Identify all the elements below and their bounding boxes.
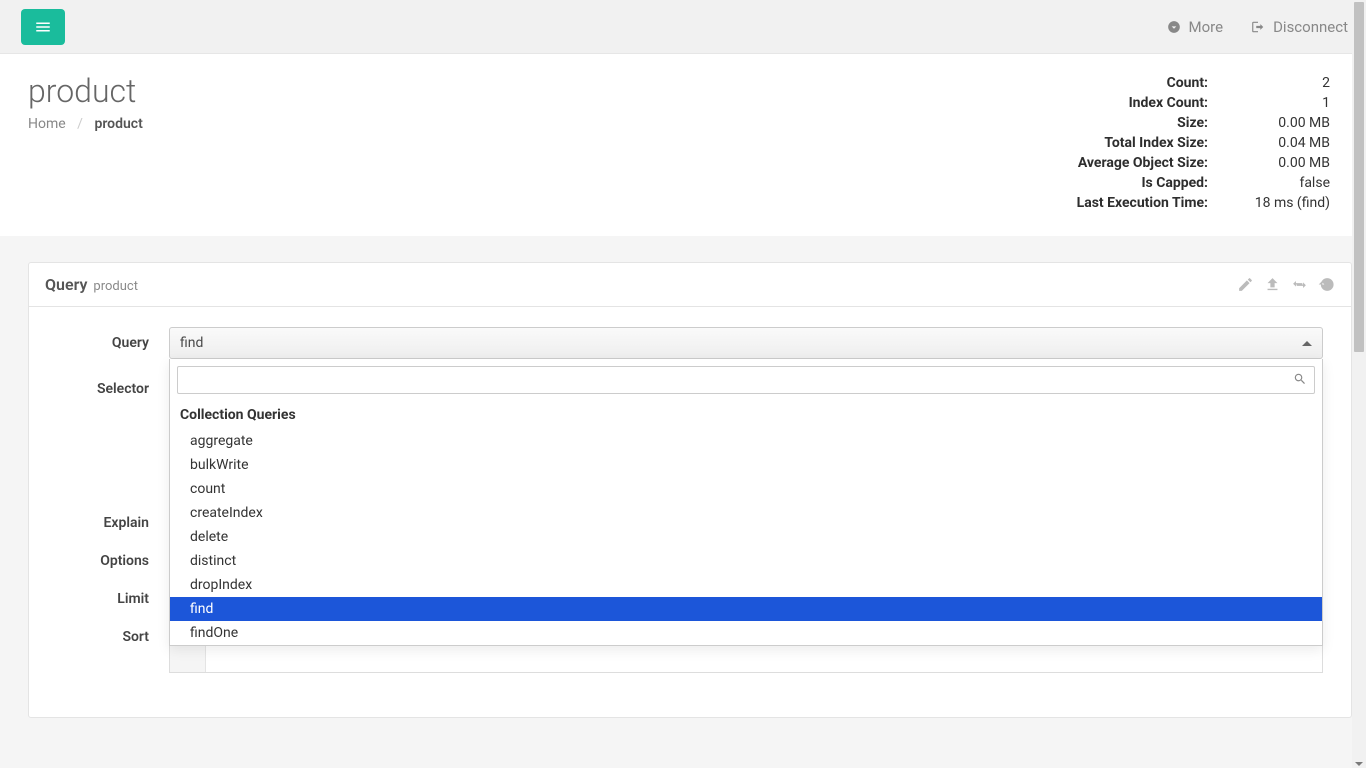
breadcrumb-separator: / (77, 116, 83, 132)
sign-out-icon (1251, 20, 1265, 34)
breadcrumb-current: product (94, 116, 142, 132)
scroll-down-arrow-icon[interactable] (1355, 762, 1363, 766)
stat-value: 18 ms (find) (1216, 194, 1336, 212)
selector-label: Selector (29, 373, 169, 397)
stat-label: Is Capped: (1071, 174, 1214, 192)
chevron-down-circle-icon (1167, 20, 1181, 34)
query-label: Query (29, 327, 169, 359)
page-header: product Home / product Count:2 Index Cou… (0, 54, 1366, 236)
query-row: Query find Coll (29, 327, 1335, 359)
more-label: More (1189, 18, 1224, 36)
stat-label: Count: (1071, 74, 1214, 92)
explain-label: Explain (29, 507, 169, 531)
upload-icon[interactable] (1264, 276, 1281, 293)
stat-label: Size: (1071, 114, 1214, 132)
dropdown-item-dropIndex[interactable]: dropIndex (170, 573, 1322, 597)
scrollbar-thumb[interactable] (1354, 2, 1364, 352)
dropdown-item-distinct[interactable]: distinct (170, 549, 1322, 573)
sort-label: Sort (29, 621, 169, 673)
dropdown-item-find[interactable]: find (170, 597, 1322, 621)
query-type-dropdown: Collection Queries aggregatebulkWritecou… (169, 359, 1323, 646)
swap-icon[interactable] (1291, 276, 1308, 293)
panel-header: Query product (29, 263, 1351, 307)
menu-toggle-button[interactable] (21, 9, 65, 45)
dropdown-list[interactable]: Collection Queries aggregatebulkWritecou… (170, 401, 1322, 645)
more-menu-button[interactable]: More (1167, 18, 1224, 36)
stat-value: false (1216, 174, 1336, 192)
dropdown-item-count[interactable]: count (170, 477, 1322, 501)
breadcrumb: Home / product (28, 116, 1069, 132)
query-type-select[interactable]: find (169, 327, 1323, 359)
panel-subtitle-text: product (93, 279, 138, 294)
page-title: product (28, 72, 1069, 110)
disconnect-button[interactable]: Disconnect (1251, 18, 1348, 36)
stat-value: 2 (1216, 74, 1336, 92)
query-select-value: find (180, 335, 203, 351)
dropdown-item-bulkWrite[interactable]: bulkWrite (170, 453, 1322, 477)
edit-icon[interactable] (1237, 276, 1254, 293)
collection-stats: Count:2 Index Count:1 Size:0.00 MB Total… (1069, 72, 1338, 214)
stat-label: Average Object Size: (1071, 154, 1214, 172)
search-icon (1293, 372, 1307, 386)
query-panel: Query product Query find (28, 262, 1352, 718)
stat-value: 0.00 MB (1216, 114, 1336, 132)
stat-value: 0.04 MB (1216, 134, 1336, 152)
stat-value: 0.00 MB (1216, 154, 1336, 172)
stat-label: Index Count: (1071, 94, 1214, 112)
stat-value: 1 (1216, 94, 1336, 112)
history-icon[interactable] (1318, 276, 1335, 293)
hamburger-icon (34, 18, 52, 36)
stat-label: Last Execution Time: (1071, 194, 1214, 212)
top-navigation: More Disconnect (0, 0, 1366, 54)
panel-title: Query product (45, 275, 138, 294)
breadcrumb-home-link[interactable]: Home (28, 116, 66, 132)
dropdown-item-findOne[interactable]: findOne (170, 621, 1322, 645)
dropdown-search-input[interactable] (177, 366, 1315, 394)
panel-title-text: Query (45, 275, 87, 294)
dropdown-item-createIndex[interactable]: createIndex (170, 501, 1322, 525)
caret-up-icon (1302, 341, 1312, 346)
dropdown-item-delete[interactable]: delete (170, 525, 1322, 549)
stat-label: Total Index Size: (1071, 134, 1214, 152)
panel-body: Query find Coll (29, 307, 1351, 717)
page-scrollbar[interactable] (1352, 0, 1366, 768)
disconnect-label: Disconnect (1273, 18, 1348, 36)
dropdown-group-label: Collection Queries (170, 401, 1322, 429)
top-nav-right: More Disconnect (1167, 18, 1348, 36)
dropdown-item-aggregate[interactable]: aggregate (170, 429, 1322, 453)
limit-label: Limit (29, 583, 169, 607)
panel-actions (1237, 276, 1335, 293)
options-label: Options (29, 545, 169, 569)
